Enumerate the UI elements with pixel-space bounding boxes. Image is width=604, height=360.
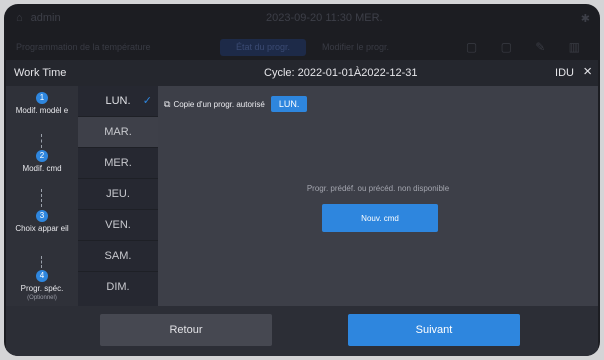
no-data-message: Progr. prédéf. ou précéd. non disponible <box>306 184 450 193</box>
close-icon[interactable]: × <box>583 63 592 80</box>
copy-icon: ⧉ <box>164 98 171 109</box>
background-time: 2023-09-20 11:30 MER. <box>266 12 383 24</box>
cycle-label: Cycle: 2022-01-01À2022-12-31 <box>264 67 418 79</box>
day-item-dim[interactable]: DIM. <box>78 272 158 302</box>
work-time-modal: Work Time Cycle: 2022-01-01À2022-12-31 I… <box>6 60 598 356</box>
step-number: 4 <box>36 270 48 282</box>
step-4: 4 Progr. spéc. (Optionnel) <box>6 270 78 302</box>
day-label: DIM. <box>106 281 130 293</box>
step-connector <box>41 134 42 148</box>
step-connector <box>41 256 42 268</box>
day-item-mer[interactable]: MER. <box>78 148 158 179</box>
step-2: 2 Modif. cmd <box>6 150 78 174</box>
back-button[interactable]: Retour <box>100 314 272 346</box>
modal-header: Work Time Cycle: 2022-01-01À2022-12-31 I… <box>6 60 598 86</box>
next-button[interactable]: Suivant <box>348 314 520 346</box>
copy-label: Copie d'un progr. autorisé <box>173 99 265 109</box>
step-connector <box>41 189 42 207</box>
day-item-sam[interactable]: SAM. <box>78 241 158 272</box>
new-command-button[interactable]: Nouv. cmd <box>322 204 438 232</box>
background-toolbar-text: Programmation de la température <box>16 42 151 52</box>
settings-icon: ✱ <box>580 12 590 25</box>
step-label: Modif. cmd <box>22 164 62 173</box>
day-label: MAR. <box>104 126 132 138</box>
day-label: JEU. <box>106 188 130 200</box>
check-icon: ✓ <box>142 95 152 107</box>
background-status-bar: ⌂ admin 2023-09-20 11:30 MER. ✱ <box>4 4 600 32</box>
copy-day-chip[interactable]: LUN. <box>270 96 308 112</box>
background-user: admin <box>30 12 61 24</box>
schedule-content: ⧉ Copie d'un progr. autorisé LUN. Progr.… <box>158 86 598 306</box>
background-toolbar: Programmation de la température État du … <box>4 36 600 58</box>
step-number: 1 <box>36 92 48 104</box>
modal-footer: Retour Suivant <box>6 306 598 356</box>
idu-label: IDU <box>555 67 574 79</box>
modal-title: Work Time <box>14 67 67 79</box>
day-label: SAM. <box>104 250 132 262</box>
day-item-ven[interactable]: VEN. <box>78 210 158 241</box>
day-item-lun[interactable]: LUN. ✓ <box>78 86 158 117</box>
step-1: 1 Modif. modèl e <box>6 92 78 116</box>
day-list: LUN. ✓ MAR. MER. JEU. VEN. SAM. DIM. <box>78 86 158 306</box>
day-label: VEN. <box>105 219 131 231</box>
step-label: Choix appar eil <box>15 224 69 233</box>
step-label: Progr. spéc. <box>20 284 64 293</box>
step-sublabel: (Optionnel) <box>27 295 57 301</box>
background-tab-active: État du progr. <box>220 39 306 56</box>
background-tab: Modifier le progr. <box>322 42 390 52</box>
copy-row: ⧉ Copie d'un progr. autorisé LUN. <box>164 96 308 112</box>
day-label: MER. <box>104 157 132 169</box>
day-item-jeu[interactable]: JEU. <box>78 179 158 210</box>
step-3: 3 Choix appar eil <box>6 210 78 234</box>
device-screen: ⌂ admin 2023-09-20 11:30 MER. ✱ Programm… <box>4 4 600 356</box>
home-icon: ⌂ <box>16 12 23 24</box>
step-number: 3 <box>36 210 48 222</box>
step-label: Modif. modèl e <box>15 106 69 115</box>
day-label: LUN. <box>105 95 131 107</box>
step-number: 2 <box>36 150 48 162</box>
steps-sidebar: 1 Modif. modèl e 2 Modif. cmd 3 Choix ap… <box>6 86 78 306</box>
day-item-mar[interactable]: MAR. <box>78 117 158 148</box>
background-toolbar-icons: ▢ ▢ ✎ ▥ <box>465 40 590 54</box>
